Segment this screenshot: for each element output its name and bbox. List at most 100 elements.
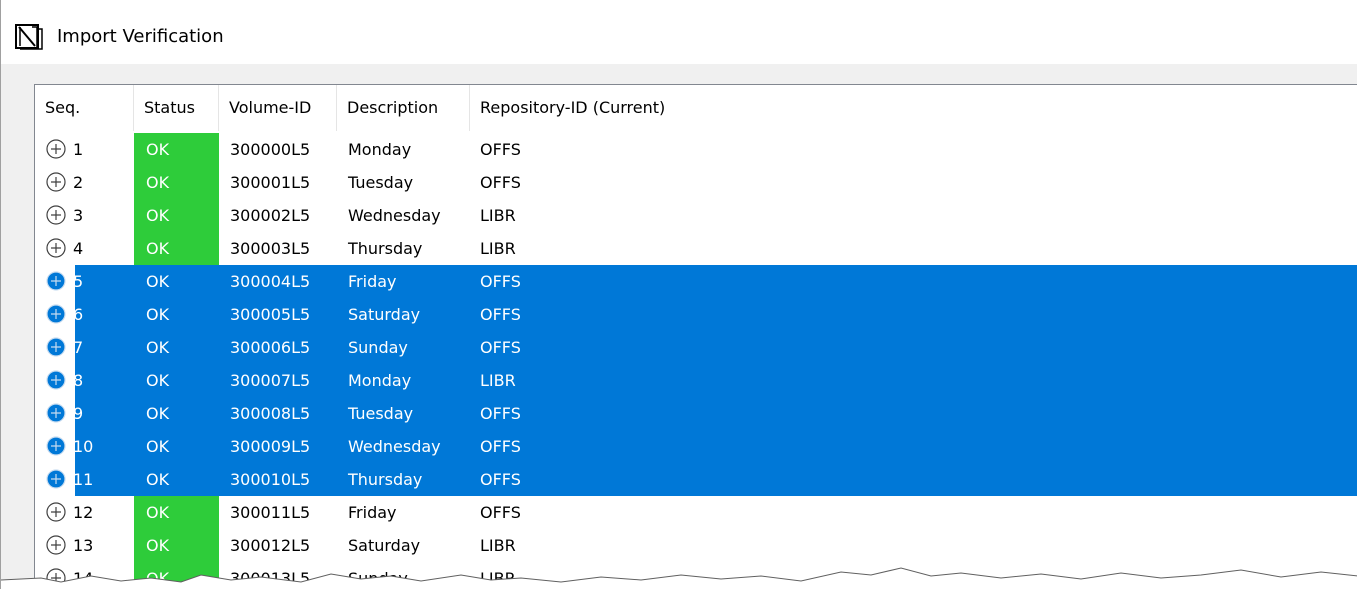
- row-seq: 6: [73, 305, 84, 324]
- row-volume-id: 300006L5: [230, 338, 311, 357]
- row-volume-id: 300000L5: [230, 140, 311, 159]
- expand-plus-icon[interactable]: [46, 238, 66, 258]
- row-description: Tuesday: [348, 173, 414, 192]
- row-description: Wednesday: [348, 206, 441, 225]
- column-header-description[interactable]: Description: [337, 85, 470, 131]
- row-volume-id: 300001L5: [230, 173, 311, 192]
- verification-list[interactable]: Seq. Status Volume-ID Description Reposi…: [34, 84, 1357, 589]
- expand-plus-icon[interactable]: [46, 172, 66, 192]
- import-verification-window: Import Verification Seq. Status Volume-I…: [0, 0, 1357, 589]
- table-row[interactable]: 1 OK 300000L5 Monday OFFS: [35, 133, 1357, 166]
- column-header-status[interactable]: Status: [134, 85, 219, 131]
- row-volume-id: 300011L5: [230, 503, 311, 522]
- row-description: Saturday: [348, 536, 421, 555]
- table-row[interactable]: 4 OK 300003L5 Thursday LIBR: [35, 232, 1357, 265]
- row-seq: 11: [73, 470, 94, 489]
- list-header: Seq. Status Volume-ID Description Reposi…: [35, 85, 1357, 133]
- expand-plus-icon[interactable]: [46, 436, 66, 456]
- row-repository-id: OFFS: [480, 173, 521, 192]
- row-seq: 7: [73, 338, 84, 357]
- expand-plus-icon[interactable]: [46, 502, 66, 522]
- row-status: OK: [146, 404, 170, 423]
- table-row[interactable]: 3 OK 300002L5 Wednesday LIBR: [35, 199, 1357, 232]
- row-seq: 12: [73, 503, 94, 522]
- table-row[interactable]: 8 OK 300007L5 Monday LIBR: [35, 364, 1357, 397]
- column-header-seq[interactable]: Seq.: [35, 85, 134, 131]
- column-header-repository-id[interactable]: Repository-ID (Current): [470, 85, 970, 131]
- table-row[interactable]: 6 OK 300005L5 Saturday OFFS: [35, 298, 1357, 331]
- table-row[interactable]: 2 OK 300001L5 Tuesday OFFS: [35, 166, 1357, 199]
- row-repository-id: OFFS: [480, 140, 521, 159]
- table-row[interactable]: 5 OK 300004L5 Friday OFFS: [35, 265, 1357, 298]
- row-description: Sunday: [348, 338, 408, 357]
- row-volume-id: 300004L5: [230, 272, 311, 291]
- row-repository-id: OFFS: [480, 305, 521, 324]
- row-volume-id: 300005L5: [230, 305, 311, 324]
- expand-plus-icon[interactable]: [46, 370, 66, 390]
- row-repository-id: LIBR: [480, 536, 516, 555]
- expand-plus-icon[interactable]: [46, 469, 66, 489]
- row-volume-id: 300002L5: [230, 206, 311, 225]
- row-status: OK: [146, 536, 170, 555]
- torn-edge: [1, 567, 1357, 589]
- row-repository-id: OFFS: [480, 338, 521, 357]
- row-seq: 3: [73, 206, 84, 225]
- expand-plus-icon[interactable]: [46, 304, 66, 324]
- row-seq: 4: [73, 239, 84, 258]
- table-row[interactable]: 13 OK 300012L5 Saturday LIBR: [35, 529, 1357, 562]
- row-repository-id: LIBR: [480, 239, 516, 258]
- window-title: Import Verification: [57, 26, 224, 47]
- row-status: OK: [146, 140, 170, 159]
- row-status: OK: [146, 338, 170, 357]
- row-description: Saturday: [348, 305, 421, 324]
- row-volume-id: 300010L5: [230, 470, 311, 489]
- table-row[interactable]: 7 OK 300006L5 Sunday OFFS: [35, 331, 1357, 364]
- row-seq: 1: [73, 140, 84, 159]
- document-icon: [15, 24, 43, 50]
- expand-plus-icon[interactable]: [46, 271, 66, 291]
- table-row[interactable]: 12 OK 300011L5 Friday OFFS: [35, 496, 1357, 529]
- row-description: Wednesday: [348, 437, 441, 456]
- row-description: Tuesday: [348, 404, 414, 423]
- table-row[interactable]: 9 OK 300008L5 Tuesday OFFS: [35, 397, 1357, 430]
- row-seq: 2: [73, 173, 84, 192]
- expand-plus-icon[interactable]: [46, 403, 66, 423]
- expand-plus-icon[interactable]: [46, 205, 66, 225]
- row-repository-id: LIBR: [480, 371, 516, 390]
- row-repository-id: OFFS: [480, 272, 521, 291]
- row-repository-id: OFFS: [480, 503, 521, 522]
- row-status: OK: [146, 305, 170, 324]
- expand-plus-icon[interactable]: [46, 535, 66, 555]
- row-status: OK: [146, 503, 170, 522]
- row-repository-id: OFFS: [480, 437, 521, 456]
- column-header-volume-id[interactable]: Volume-ID: [219, 85, 337, 131]
- row-status: OK: [146, 206, 170, 225]
- row-status: OK: [146, 371, 170, 390]
- expand-plus-icon[interactable]: [46, 139, 66, 159]
- row-seq: 10: [73, 437, 94, 456]
- row-repository-id: LIBR: [480, 206, 516, 225]
- row-status: OK: [146, 272, 170, 291]
- row-description: Monday: [348, 140, 412, 159]
- row-seq: 5: [73, 272, 84, 291]
- row-description: Thursday: [348, 470, 423, 489]
- row-description: Friday: [348, 503, 397, 522]
- table-row[interactable]: 10 OK 300009L5 Wednesday OFFS: [35, 430, 1357, 463]
- row-status: OK: [146, 173, 170, 192]
- expand-plus-icon[interactable]: [46, 337, 66, 357]
- row-status: OK: [146, 437, 170, 456]
- row-description: Thursday: [348, 239, 423, 258]
- table-row[interactable]: 11 OK 300010L5 Thursday OFFS: [35, 463, 1357, 496]
- row-description: Friday: [348, 272, 397, 291]
- row-volume-id: 300012L5: [230, 536, 311, 555]
- row-volume-id: 300007L5: [230, 371, 311, 390]
- title-bar: Import Verification: [1, 0, 1357, 64]
- row-seq: 8: [73, 371, 84, 390]
- row-repository-id: OFFS: [480, 470, 521, 489]
- row-description: Monday: [348, 371, 412, 390]
- row-volume-id: 300003L5: [230, 239, 311, 258]
- row-volume-id: 300008L5: [230, 404, 311, 423]
- row-repository-id: OFFS: [480, 404, 521, 423]
- row-status: OK: [146, 239, 170, 258]
- row-volume-id: 300009L5: [230, 437, 311, 456]
